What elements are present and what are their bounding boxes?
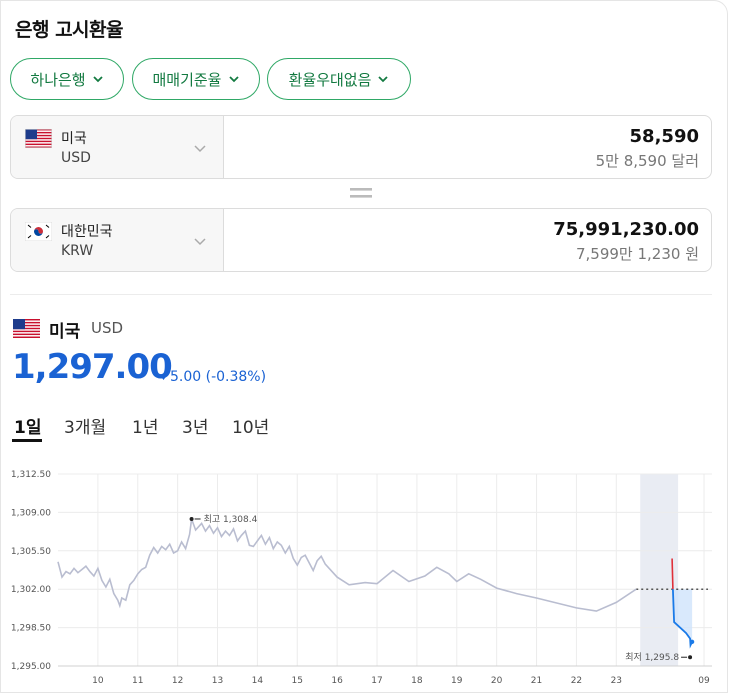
- x-tick-label: 15: [292, 676, 303, 686]
- x-tick-label: 10: [92, 676, 104, 686]
- x-tick-label: 22: [571, 676, 582, 686]
- tab-10y[interactable]: 10년: [232, 413, 269, 438]
- page-title: 은행 고시환율: [15, 19, 124, 41]
- us-flag-icon: [25, 129, 52, 148]
- y-tick-label: 1,295.00: [11, 662, 51, 672]
- tab-3m[interactable]: 3개월: [64, 413, 106, 438]
- min-point: [688, 655, 693, 660]
- max-label: 최고 1,308.4: [204, 514, 258, 525]
- to-currency-select[interactable]: 대한민국 KRW: [11, 209, 224, 271]
- rate-line-chart: 1,312.50 1,309.00 1,305.50 1,302.00 1,298.50…: [11, 470, 712, 686]
- rate-up-segment: [671, 558, 674, 590]
- rate-series-line: [57, 518, 637, 612]
- from-currency-row: 미국 USD 58,590 5만 8,590 달러: [10, 115, 712, 179]
- x-tick-label: 18: [411, 676, 423, 686]
- x-tick-label: 13: [212, 676, 223, 686]
- y-tick-label: 1,309.00: [11, 508, 51, 518]
- korea-flag-icon: [25, 222, 52, 241]
- to-amount-words: 7,599만 1,230 원: [575, 245, 699, 263]
- x-tick-label: 14: [252, 676, 264, 686]
- equals-icon: [350, 188, 372, 198]
- chevron-down-icon: [92, 76, 103, 83]
- max-point: [189, 516, 194, 521]
- x-tick-label: 23: [611, 676, 622, 686]
- chip-label: 매매기준율: [152, 70, 222, 89]
- summary-country: 미국: [49, 322, 81, 342]
- x-tick-label: 20: [491, 676, 503, 686]
- rate-type-chip[interactable]: 매매기준율: [132, 58, 260, 100]
- to-country-name: 대한민국: [61, 224, 113, 240]
- to-amount-input[interactable]: 75,991,230.00: [553, 219, 699, 240]
- rate-change-value: 5.00 (-0.38%): [170, 369, 267, 385]
- chip-label: 환율우대없음: [288, 70, 372, 89]
- down-triangle-icon: [159, 374, 168, 380]
- moon-icon: [666, 675, 671, 683]
- y-tick-label: 1,298.50: [11, 624, 51, 634]
- us-flag-icon: [13, 319, 40, 338]
- x-tick-label: 19: [451, 676, 463, 686]
- bank-select-chip[interactable]: 하나은행: [10, 58, 124, 100]
- tab-1y[interactable]: 1년: [132, 413, 158, 438]
- current-point: [689, 639, 695, 645]
- x-tick-label: 21: [531, 676, 542, 686]
- current-rate: 1,297.00: [12, 347, 173, 387]
- y-tick-label: 1,312.50: [11, 470, 51, 480]
- summary-currency-code: USD: [91, 319, 124, 337]
- chip-label: 하나은행: [30, 70, 86, 89]
- from-currency-select[interactable]: 미국 USD: [11, 116, 224, 178]
- to-currency-row: 대한민국 KRW 75,991,230.00 7,599만 1,230 원: [10, 208, 712, 272]
- tab-1d[interactable]: 1일: [14, 413, 41, 438]
- x-tick-label: 09: [698, 676, 710, 686]
- chevron-down-icon: [378, 76, 389, 83]
- from-amount-input[interactable]: 58,590: [630, 126, 699, 147]
- y-tick-label: 1,305.50: [11, 547, 51, 557]
- y-tick-label: 1,302.00: [11, 585, 51, 595]
- tab-3y[interactable]: 3년: [182, 413, 208, 438]
- chevron-down-icon: [194, 145, 206, 153]
- x-tick-label: 12: [172, 676, 183, 686]
- from-currency-code: USD: [61, 150, 91, 166]
- x-tick-label: 11: [132, 676, 143, 686]
- from-country-name: 미국: [61, 131, 87, 147]
- from-amount-words: 5만 8,590 달러: [595, 152, 699, 170]
- active-tab-indicator: [12, 439, 42, 442]
- rate-change: 5.00 (-0.38%): [159, 369, 266, 385]
- min-label: 최저 1,295.8: [625, 652, 679, 663]
- x-tick-label: 17: [371, 676, 382, 686]
- exchange-rate-card: 은행 고시환율 하나은행 매매기준율 환율우대없음 미국 USD 58,590 …: [0, 0, 728, 693]
- preferential-rate-chip[interactable]: 환율우대없음: [267, 58, 411, 100]
- to-currency-code: KRW: [61, 243, 94, 259]
- section-divider: [10, 294, 712, 295]
- x-tick-label: 16: [331, 676, 343, 686]
- chevron-down-icon: [194, 238, 206, 246]
- chevron-down-icon: [228, 76, 239, 83]
